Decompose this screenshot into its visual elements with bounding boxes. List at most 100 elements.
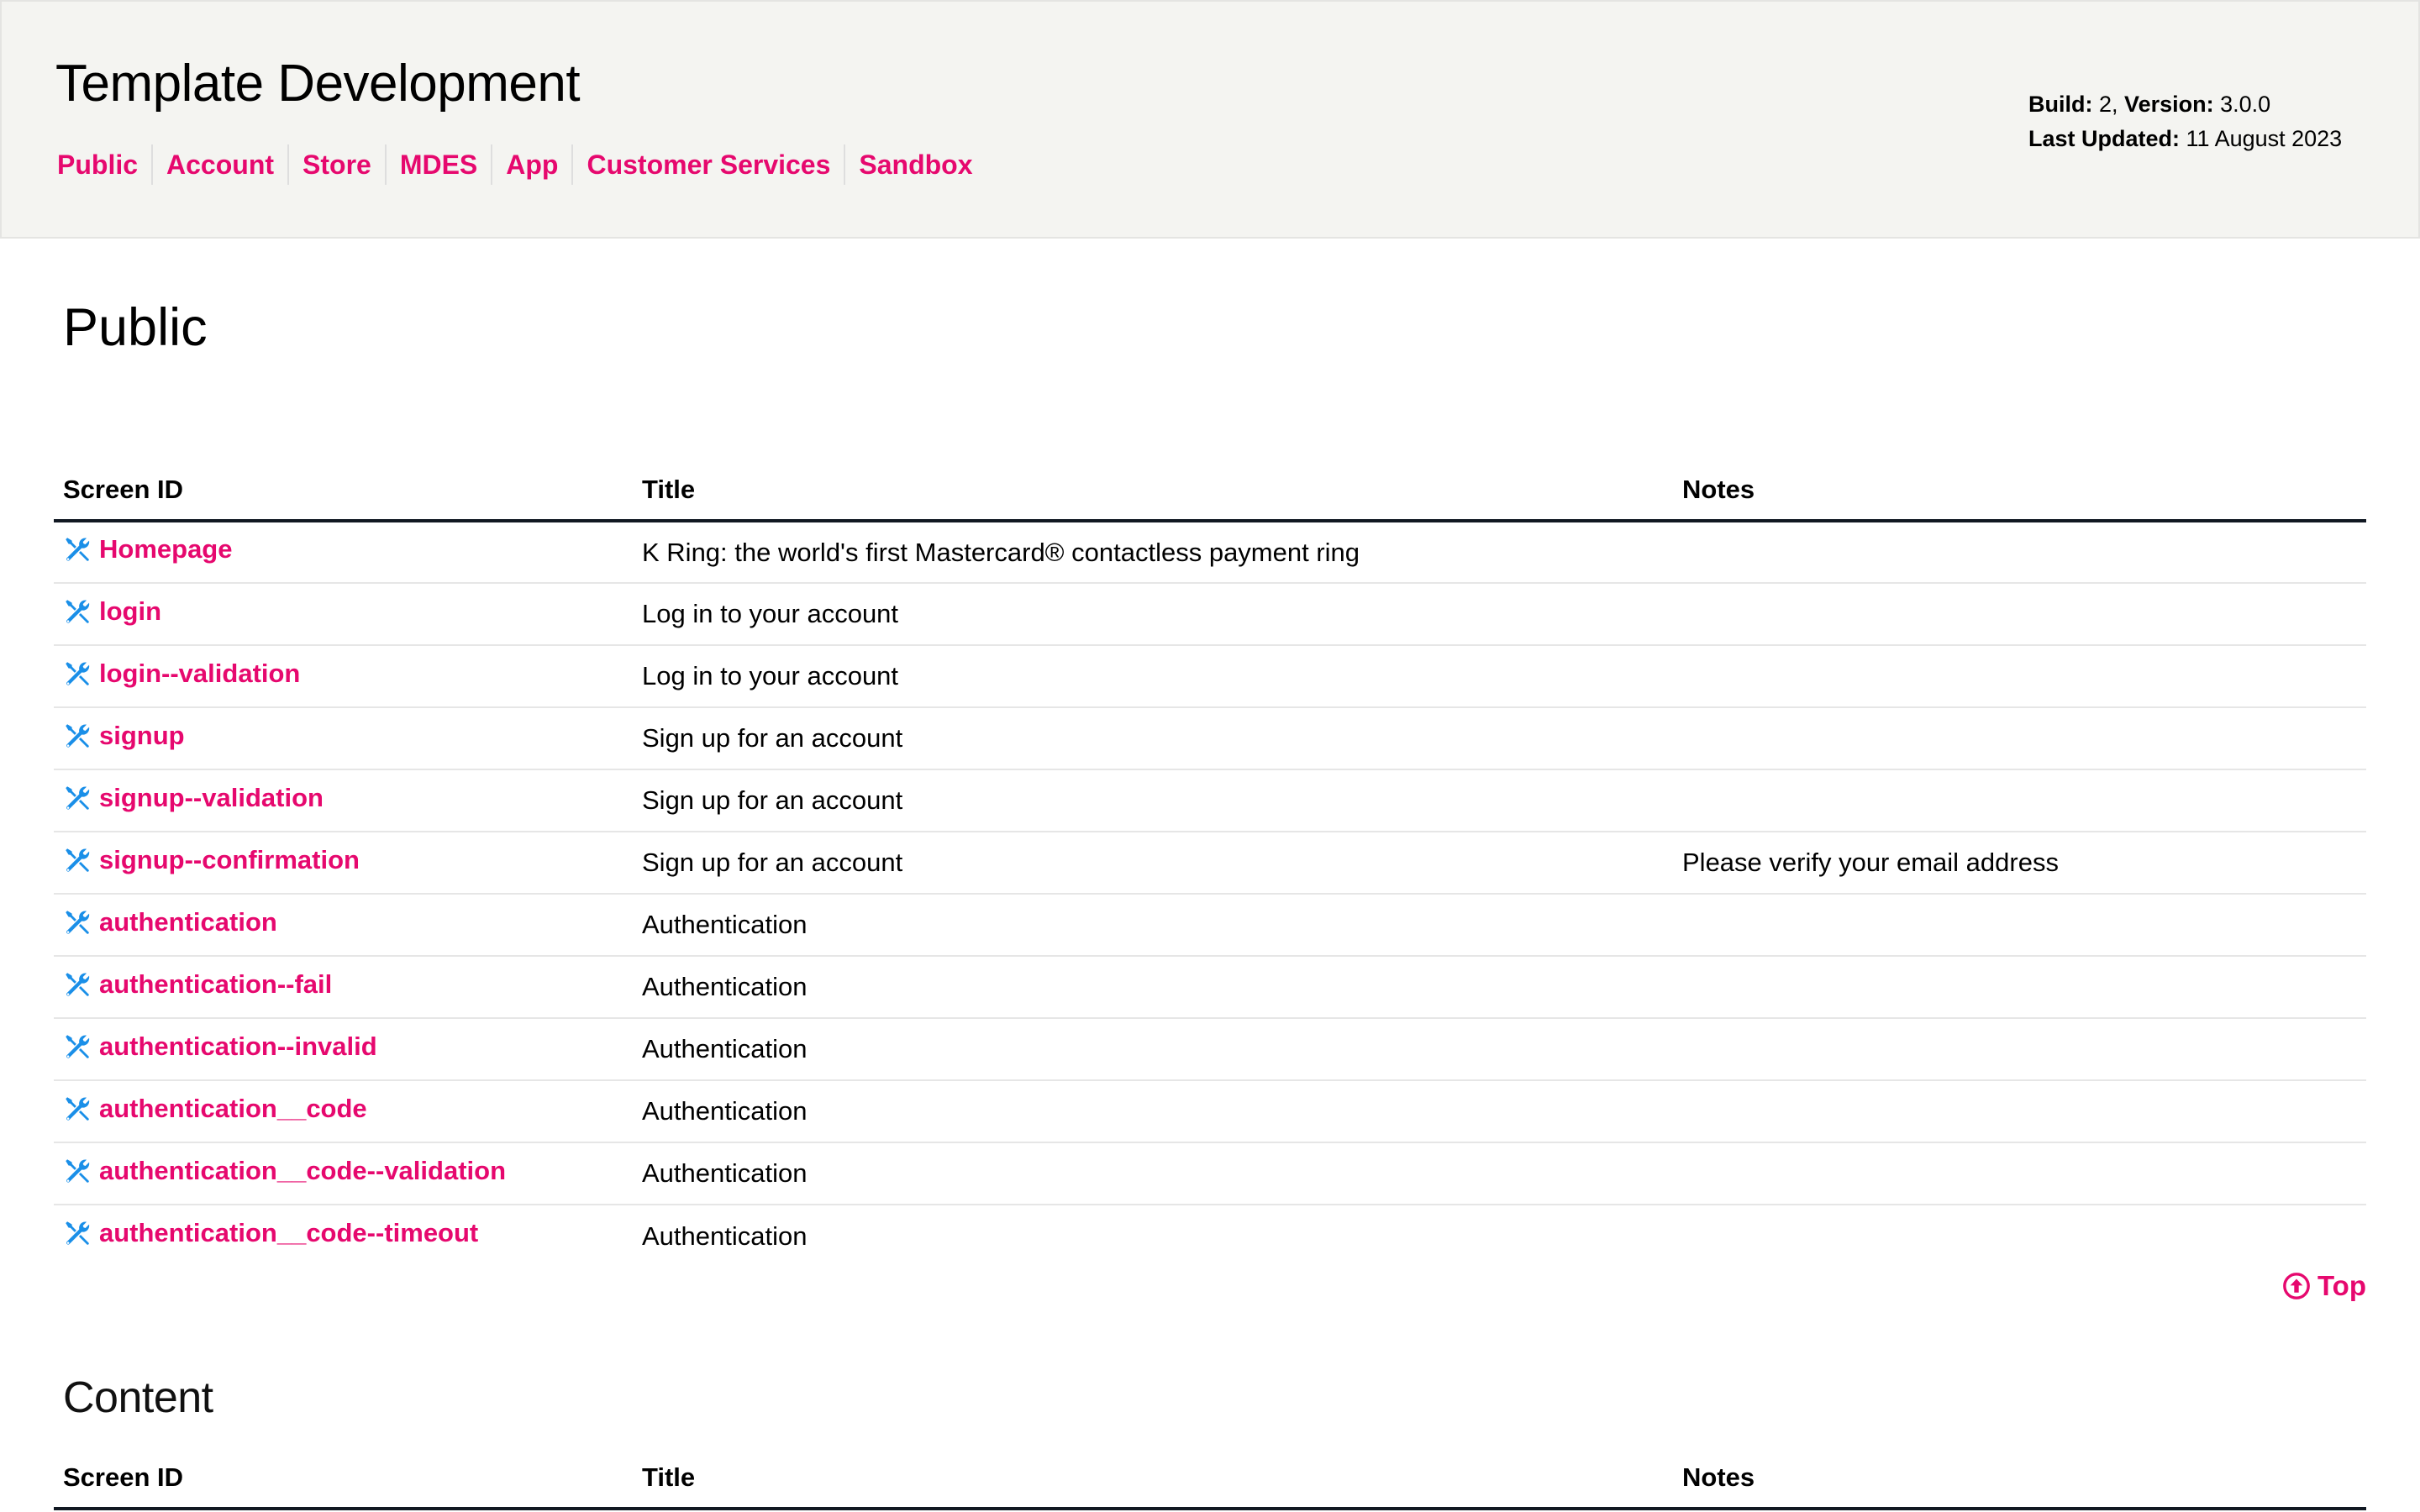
table-row: Homepage K Ring: the world's first Maste… bbox=[54, 521, 2366, 584]
section-heading-public: Public bbox=[63, 298, 208, 357]
screen-id-label: login--validation bbox=[99, 658, 301, 688]
arrow-up-circle-icon bbox=[2283, 1273, 2310, 1299]
title-cell: Log in to your account bbox=[633, 645, 1673, 708]
table-header-row: Screen ID Title Notes bbox=[54, 1448, 2366, 1510]
table-row: signup--validation Sign up for an accoun… bbox=[54, 769, 2366, 832]
table-row: login Log in to your account bbox=[54, 583, 2366, 646]
section-heading-content: Content bbox=[63, 1373, 213, 1422]
screen-id-label: Homepage bbox=[99, 534, 233, 564]
build-info: Build: 2, Version: 3.0.0 Last Updated: 1… bbox=[2028, 87, 2342, 156]
tools-icon bbox=[66, 972, 90, 996]
notes-cell bbox=[1673, 1142, 2366, 1205]
table-row: login--validation Log in to your account bbox=[54, 645, 2366, 708]
back-to-top-link[interactable]: Top bbox=[2282, 1270, 2366, 1302]
table-body: Homepage K Ring: the world's first Maste… bbox=[54, 521, 2366, 1267]
screen-id-cell: login bbox=[54, 583, 633, 646]
screen-id-cell: signup--validation bbox=[54, 769, 633, 832]
screen-id-label: authentication__code bbox=[99, 1093, 367, 1123]
screen-id-cell: authentication--invalid bbox=[54, 1018, 633, 1081]
screens-table-public: Screen ID Title Notes Homepage K Ring: t… bbox=[54, 460, 2366, 1267]
screen-id-label: signup bbox=[99, 720, 185, 750]
title-cell: K Ring: the world's first Mastercard® co… bbox=[633, 521, 1673, 584]
screen-id-label: login bbox=[99, 596, 162, 626]
title-cell: Authentication bbox=[633, 894, 1673, 957]
screen-id-cell: authentication__code--validation bbox=[54, 1142, 633, 1205]
screen-link[interactable]: authentication__code--timeout bbox=[63, 1218, 478, 1248]
nav-link-sandbox[interactable]: Sandbox bbox=[844, 144, 986, 185]
table-row: authentication--invalid Authentication bbox=[54, 1018, 2366, 1081]
tools-icon bbox=[66, 1221, 90, 1245]
table-row: signup Sign up for an account bbox=[54, 707, 2366, 770]
screen-id-cell: authentication bbox=[54, 894, 633, 957]
screen-link[interactable]: authentication--invalid bbox=[63, 1032, 377, 1062]
screen-link[interactable]: signup--validation bbox=[63, 783, 324, 813]
site-title: Template Development bbox=[55, 55, 581, 113]
table-row: authentication__code--validation Authent… bbox=[54, 1142, 2366, 1205]
screen-link[interactable]: signup--confirmation bbox=[63, 845, 360, 875]
screen-link[interactable]: authentication__code--validation bbox=[63, 1156, 506, 1186]
title-cell: Sign up for an account bbox=[633, 707, 1673, 770]
version-value: 3.0.0 bbox=[2220, 92, 2271, 117]
section-nav: Public Account Store MDES App Customer S… bbox=[57, 144, 986, 185]
notes-cell bbox=[1673, 1018, 2366, 1081]
nav-link-public[interactable]: Public bbox=[57, 144, 151, 185]
table-row: authentication__code Authentication bbox=[54, 1080, 2366, 1143]
column-header-screen-id: Screen ID bbox=[54, 1448, 633, 1510]
build-version-line: Build: 2, Version: 3.0.0 bbox=[2028, 87, 2342, 122]
title-cell: Authentication bbox=[633, 1018, 1673, 1081]
nav-link-store[interactable]: Store bbox=[287, 144, 385, 185]
title-cell: Authentication bbox=[633, 956, 1673, 1019]
table-row: authentication__code--timeout Authentica… bbox=[54, 1205, 2366, 1267]
table-header-row: Screen ID Title Notes bbox=[54, 460, 2366, 522]
build-label: Build: bbox=[2028, 92, 2093, 117]
back-to-top-label: Top bbox=[2317, 1270, 2366, 1301]
last-updated-value: 11 August 2023 bbox=[2186, 126, 2343, 151]
tools-icon bbox=[66, 538, 90, 561]
screen-id-label: authentication--fail bbox=[99, 969, 333, 999]
notes-cell bbox=[1673, 1205, 2366, 1267]
nav-link-mdes[interactable]: MDES bbox=[384, 144, 491, 185]
screen-id-cell: authentication__code bbox=[54, 1080, 633, 1143]
tools-icon bbox=[66, 599, 90, 623]
tools-icon bbox=[66, 661, 90, 685]
nav-link-customer-services[interactable]: Customer Services bbox=[571, 144, 844, 185]
title-cell: Log in to your account bbox=[633, 583, 1673, 646]
notes-cell bbox=[1673, 645, 2366, 708]
nav-link-account[interactable]: Account bbox=[151, 144, 287, 185]
screen-link[interactable]: authentication--fail bbox=[63, 969, 332, 1000]
column-header-notes: Notes bbox=[1673, 460, 2366, 522]
title-cell: Sign up for an account bbox=[633, 769, 1673, 832]
notes-cell bbox=[1673, 521, 2366, 584]
notes-cell bbox=[1673, 707, 2366, 770]
screen-link[interactable]: authentication__code bbox=[63, 1094, 367, 1124]
nav-link-app[interactable]: App bbox=[491, 144, 571, 185]
screen-link[interactable]: signup bbox=[63, 721, 185, 751]
screen-id-cell: signup bbox=[54, 707, 633, 770]
table-row: authentication--fail Authentication bbox=[54, 956, 2366, 1019]
notes-cell bbox=[1673, 894, 2366, 957]
screen-link[interactable]: login--validation bbox=[63, 659, 300, 689]
screen-id-label: signup--validation bbox=[99, 782, 324, 812]
screen-link[interactable]: login bbox=[63, 596, 161, 627]
page-header: Template Development Public Account Stor… bbox=[0, 0, 2420, 239]
build-value: 2, bbox=[2099, 92, 2118, 117]
screen-id-label: signup--confirmation bbox=[99, 844, 360, 874]
tools-icon bbox=[66, 1034, 90, 1058]
screens-table-content: Screen ID Title Notes bbox=[54, 1448, 2366, 1510]
screen-id-cell: authentication--fail bbox=[54, 956, 633, 1019]
version-label: Version: bbox=[2124, 92, 2214, 117]
tools-icon bbox=[66, 1158, 90, 1183]
column-header-title: Title bbox=[633, 1448, 1673, 1510]
tools-icon bbox=[66, 1096, 90, 1121]
screen-link[interactable]: authentication bbox=[63, 907, 277, 937]
tools-icon bbox=[66, 848, 90, 872]
notes-cell bbox=[1673, 769, 2366, 832]
tools-icon bbox=[66, 723, 90, 748]
column-header-title: Title bbox=[633, 460, 1673, 522]
last-updated-label: Last Updated: bbox=[2028, 126, 2181, 151]
column-header-screen-id: Screen ID bbox=[54, 460, 633, 522]
notes-cell: Please verify your email address bbox=[1673, 832, 2366, 895]
screen-link[interactable]: Homepage bbox=[63, 534, 232, 564]
tools-icon bbox=[66, 785, 90, 810]
tools-icon bbox=[66, 910, 90, 934]
